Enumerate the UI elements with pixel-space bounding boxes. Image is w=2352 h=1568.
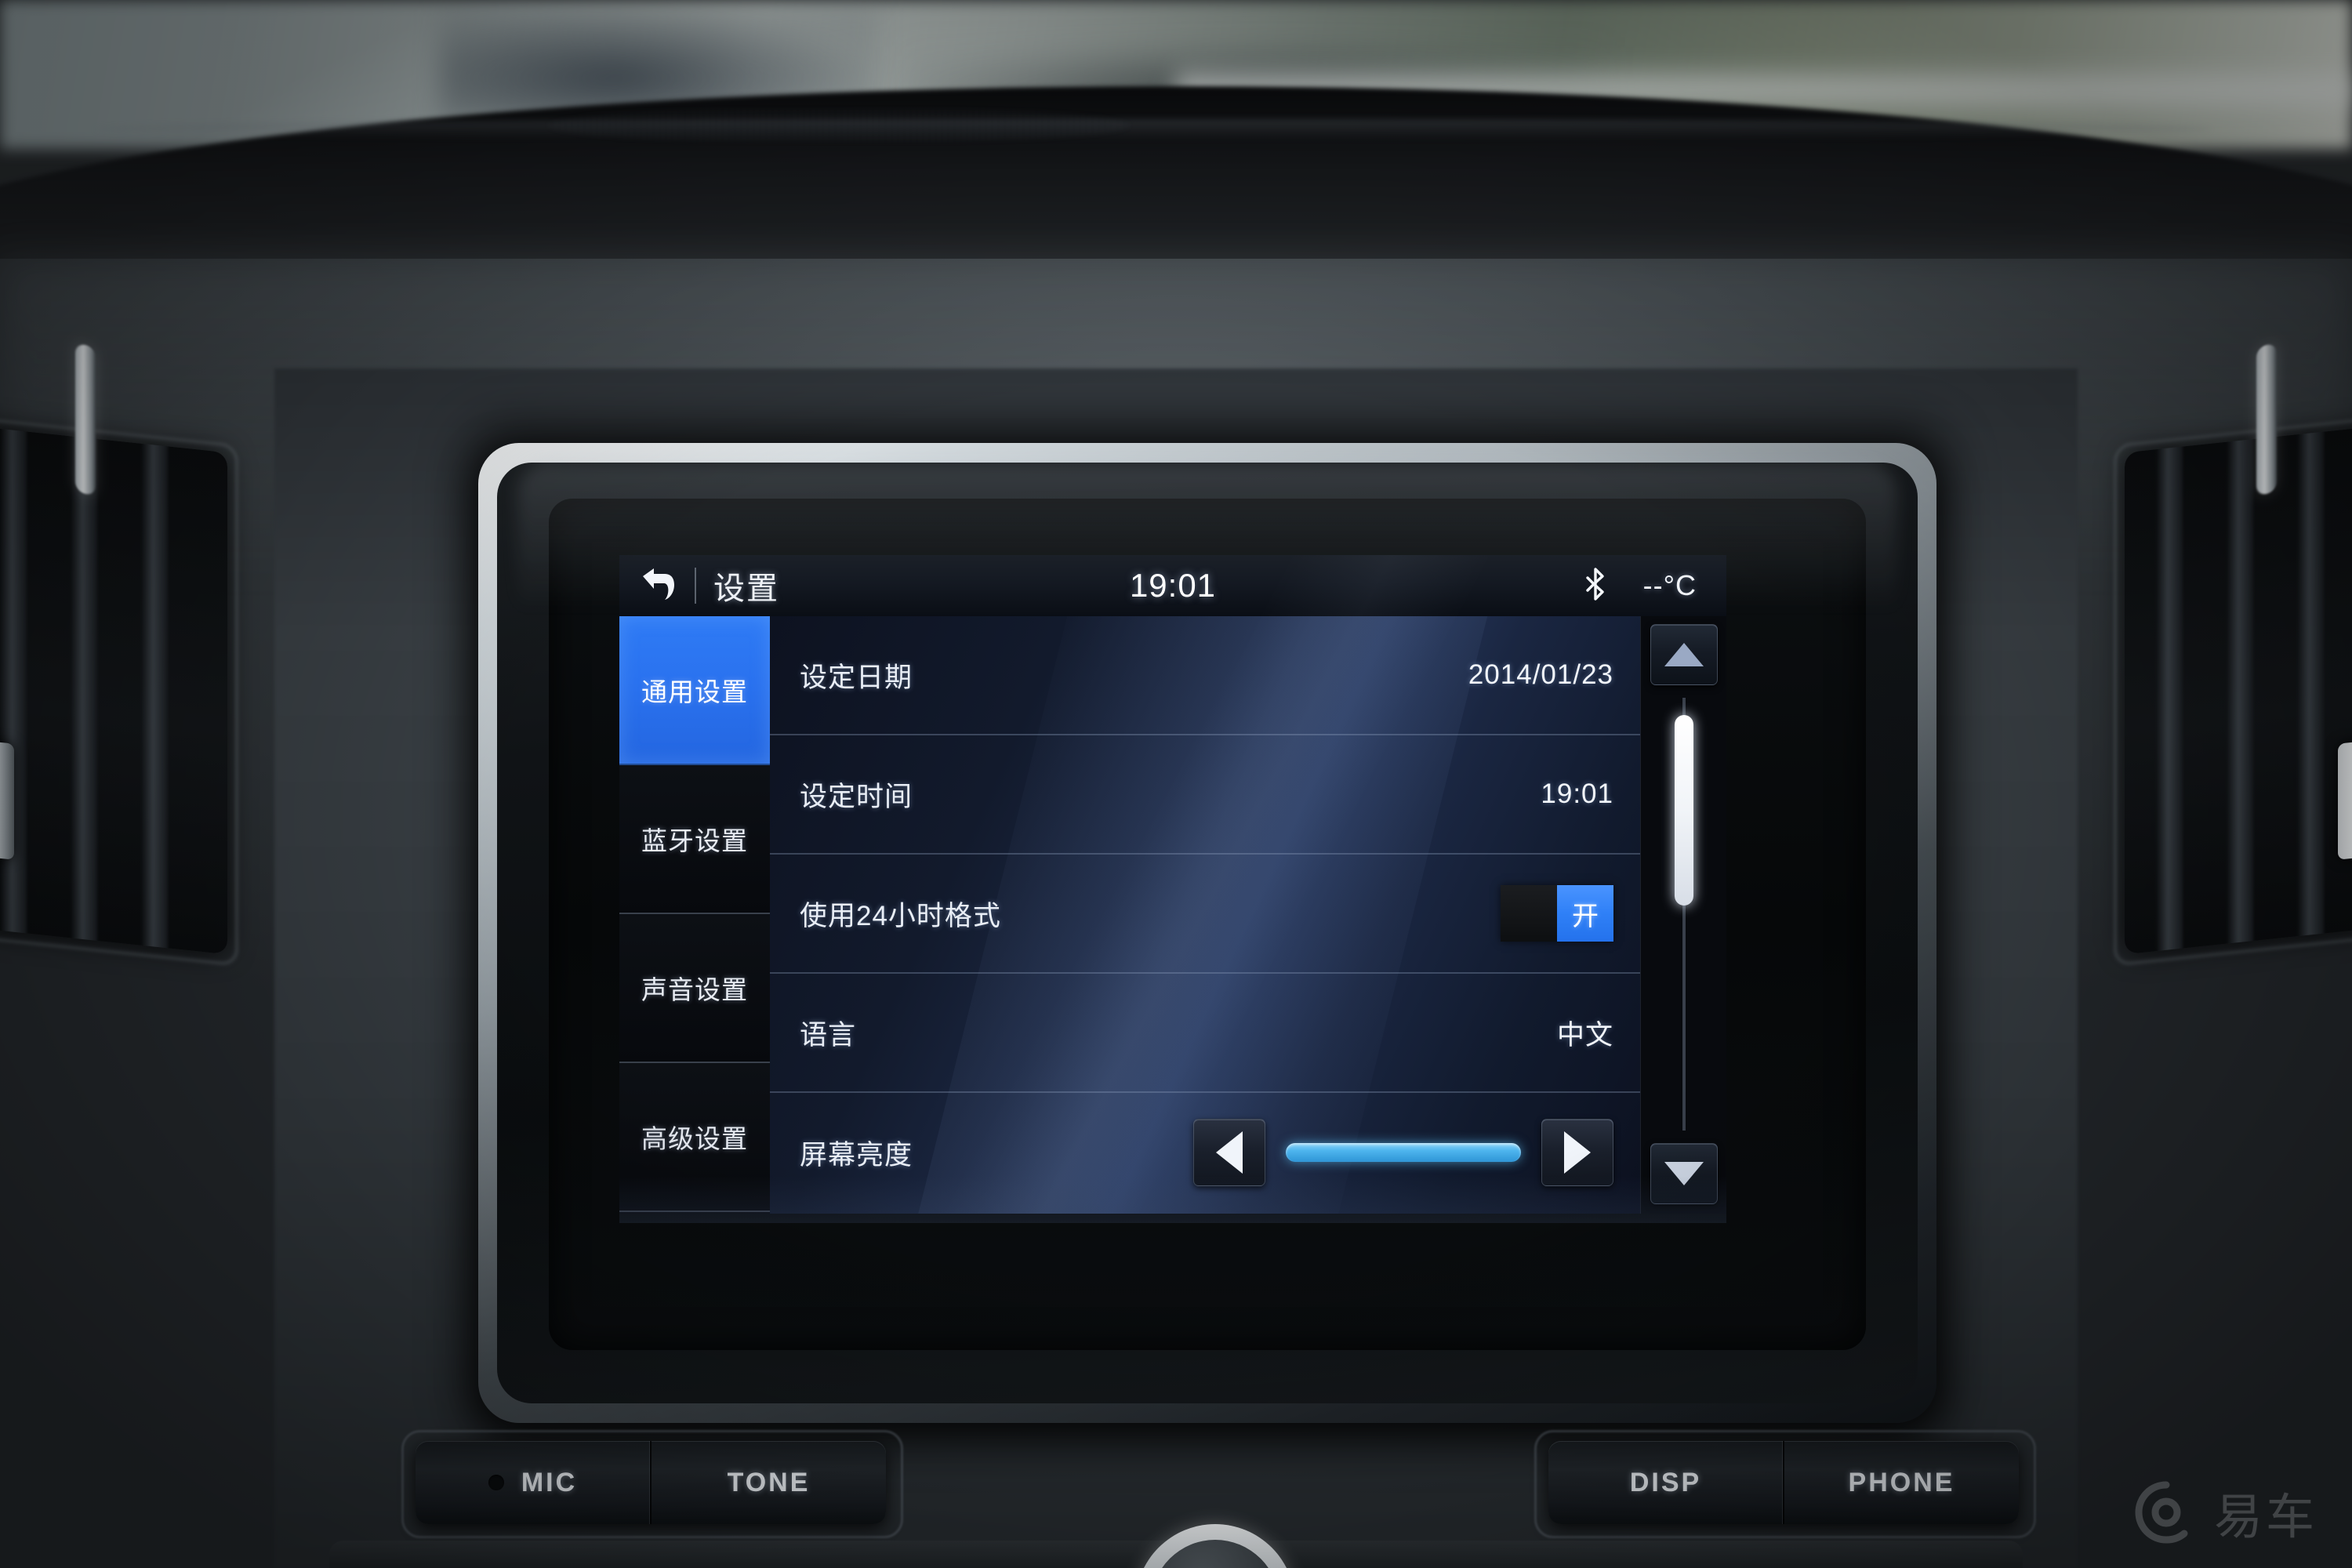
scrollbar-thumb[interactable] [1674, 715, 1693, 906]
setting-row-brightness[interactable]: 屏幕亮度 [770, 1093, 1640, 1212]
sidebar-item-label: 蓝牙设置 [641, 826, 748, 855]
settings-sidebar: 通用设置 蓝牙设置 声音设置 高级设置 [619, 616, 770, 1214]
setting-label: 屏幕亮度 [800, 1139, 913, 1171]
back-arrow-icon [637, 566, 677, 606]
toggle-on-half: 开 [1557, 885, 1613, 942]
sidebar-item-advanced[interactable]: 高级设置 [619, 1063, 770, 1212]
bluetooth-icon[interactable] [1585, 567, 1609, 605]
watermark-text: 易车 [2213, 1490, 2318, 1544]
toggle-24h-format[interactable]: 开 [1501, 885, 1613, 942]
status-bar-divider [695, 568, 696, 604]
sidebar-item-label: 高级设置 [641, 1124, 748, 1153]
setting-value-language: 中文 [1556, 1019, 1613, 1051]
brightness-increase-button[interactable] [1541, 1119, 1613, 1186]
yiche-circle-logo [2132, 1479, 2200, 1546]
phone-button[interactable]: PHONE [1783, 1441, 2019, 1524]
brightness-slider[interactable] [1286, 1143, 1521, 1162]
triangle-up-icon [1664, 643, 1704, 666]
sidebar-item-bluetooth[interactable]: 蓝牙设置 [619, 765, 770, 914]
setting-row-date[interactable]: 设定日期 2014/01/23 [770, 616, 1640, 735]
tone-button-label: TONE [727, 1467, 811, 1497]
setting-label: 语言 [800, 1019, 857, 1051]
brightness-control [1193, 1119, 1613, 1186]
infotainment-screen[interactable]: 设置 19:01 --°C 通用设置 蓝牙设置 声音设置 高级设置 设定日期 2… [619, 555, 1726, 1214]
setting-row-time[interactable]: 设定时间 19:01 [770, 735, 1640, 855]
mic-button[interactable]: MIC [416, 1441, 650, 1524]
page-title: 设置 [713, 572, 779, 606]
dashboard-seam [94, 119, 2211, 140]
triangle-right-icon [1564, 1131, 1591, 1174]
chrome-accent-right [2256, 343, 2277, 496]
tone-button[interactable]: TONE [650, 1441, 886, 1524]
setting-label: 设定时间 [800, 781, 913, 812]
setting-value-time: 19:01 [1541, 779, 1613, 809]
disp-button-label: DISP [1629, 1467, 1702, 1497]
air-vent-bezel-right [2114, 415, 2352, 967]
toggle-off-half [1501, 885, 1557, 942]
air-vent-bezel-left [0, 415, 238, 967]
sidebar-item-label: 声音设置 [641, 975, 748, 1004]
back-button[interactable] [619, 555, 695, 616]
phone-button-label: PHONE [1848, 1467, 1955, 1497]
car-dashboard-scene: 设置 19:01 --°C 通用设置 蓝牙设置 声音设置 高级设置 设定日期 2… [0, 0, 2352, 1568]
scroll-up-button[interactable] [1650, 624, 1718, 685]
disp-button[interactable]: DISP [1548, 1441, 1783, 1524]
sidebar-item-label: 通用设置 [641, 677, 748, 706]
setting-row-24h-format[interactable]: 使用24小时格式 开 [770, 855, 1640, 974]
setting-label: 使用24小时格式 [800, 900, 1001, 931]
screen-body: 通用设置 蓝牙设置 声音设置 高级设置 设定日期 2014/01/23 设定时间… [619, 616, 1726, 1214]
outside-temperature: --°C [1642, 569, 1697, 601]
mic-indicator-dot [488, 1475, 504, 1490]
settings-list: 设定日期 2014/01/23 设定时间 19:01 使用24小时格式 开 语言 [770, 616, 1640, 1214]
scroll-down-button[interactable] [1650, 1143, 1718, 1204]
setting-label: 设定日期 [800, 662, 913, 693]
setting-value-date: 2014/01/23 [1468, 659, 1613, 690]
scrollbar[interactable] [1640, 616, 1726, 1214]
sidebar-item-general[interactable]: 通用设置 [619, 616, 770, 765]
triangle-down-icon [1664, 1162, 1704, 1185]
scrollbar-track[interactable] [1674, 698, 1693, 1131]
status-bar-right-group: --°C [1585, 567, 1726, 605]
status-bar: 设置 19:01 --°C [619, 555, 1726, 616]
status-bar-clock: 19:01 [1129, 567, 1217, 604]
triangle-left-icon [1216, 1131, 1243, 1174]
setting-row-language[interactable]: 语言 中文 [770, 974, 1640, 1093]
watermark: 易车 [2132, 1477, 2318, 1548]
brightness-decrease-button[interactable] [1193, 1119, 1265, 1186]
hardware-button-bar-right: DISP PHONE [1548, 1441, 2019, 1524]
sidebar-item-sound[interactable]: 声音设置 [619, 914, 770, 1063]
chrome-accent-left [75, 343, 96, 496]
hardware-button-bar-left: MIC TONE [416, 1441, 886, 1524]
mic-button-label: MIC [521, 1467, 578, 1497]
